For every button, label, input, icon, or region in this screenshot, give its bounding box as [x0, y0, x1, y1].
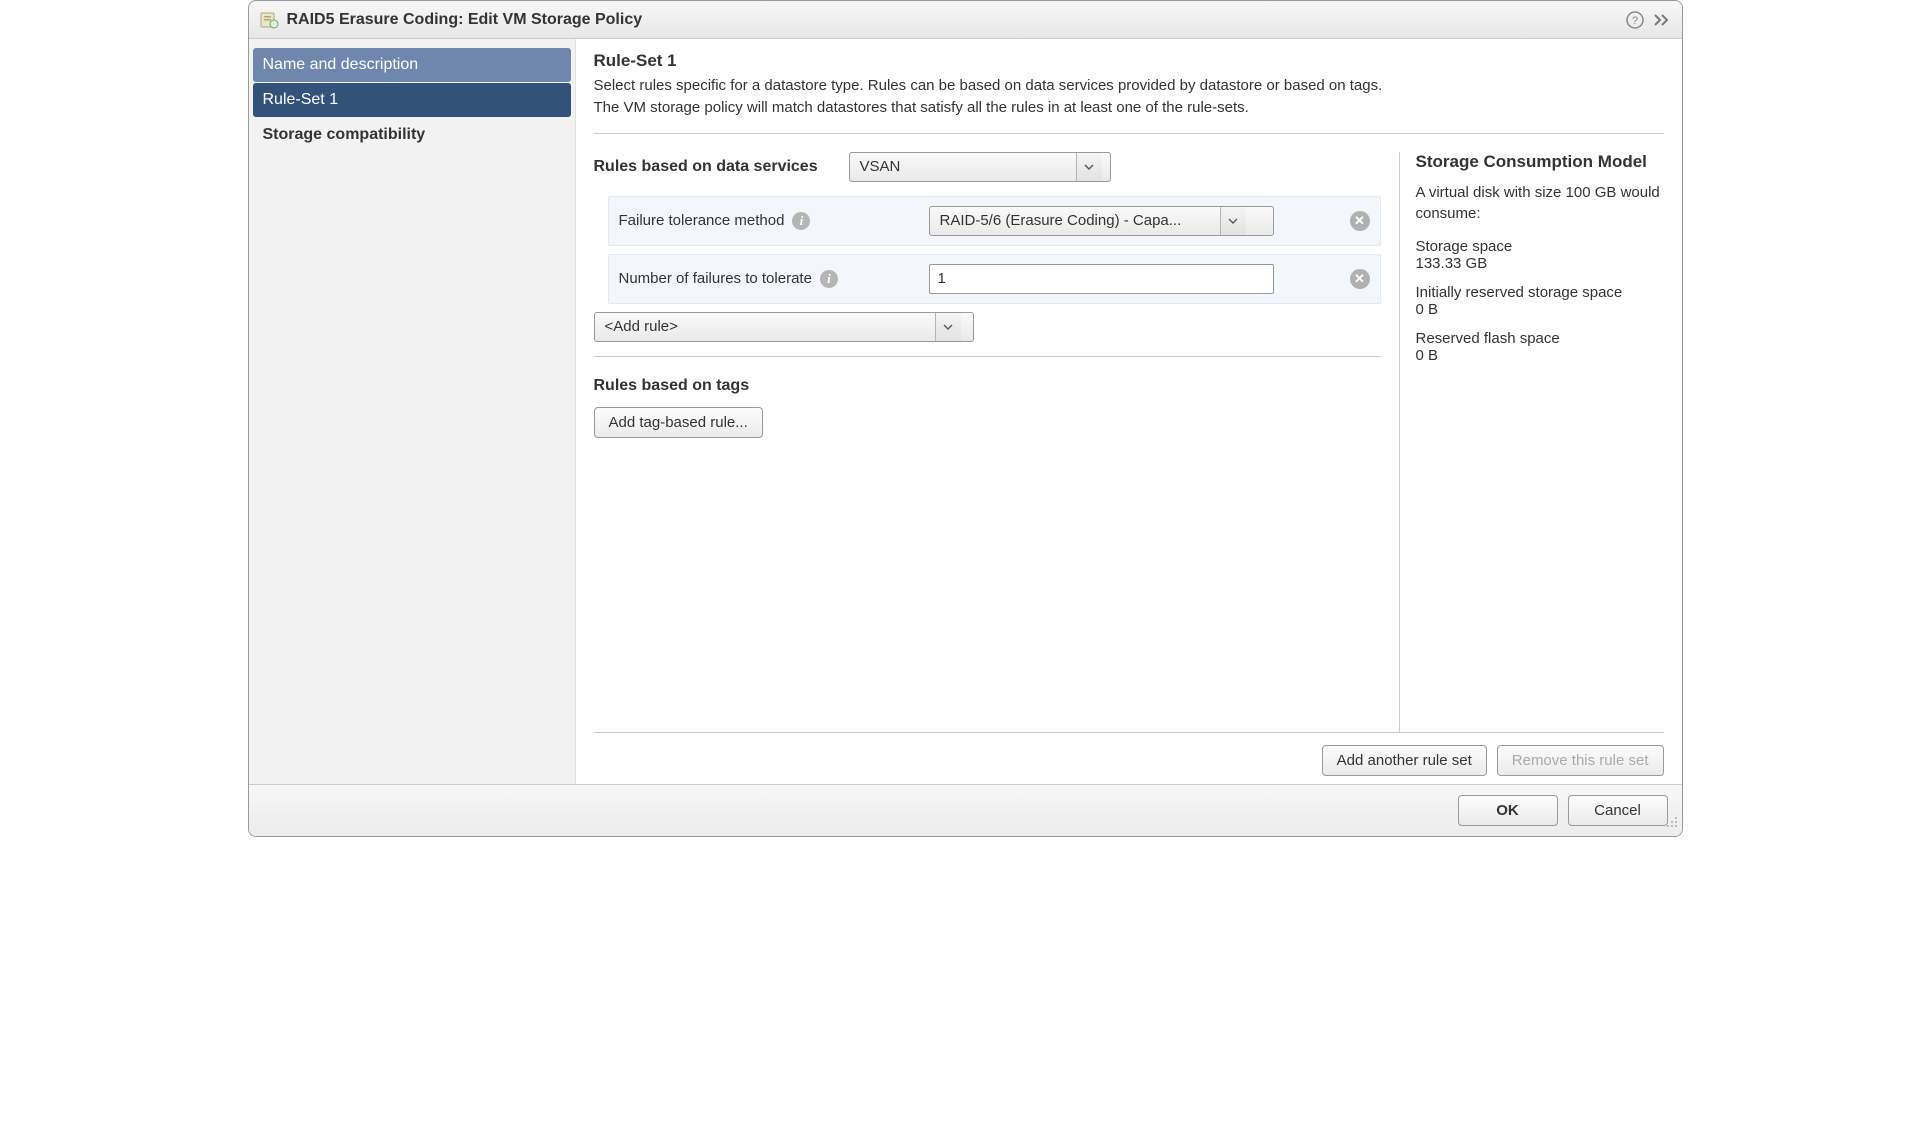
rule-label: Failure tolerance method i: [619, 212, 919, 230]
button-label: Add another rule set: [1337, 752, 1472, 769]
wizard-sidebar: Name and description Rule-Set 1 Storage …: [249, 39, 576, 784]
remove-ruleset-button[interactable]: Remove this rule set: [1497, 745, 1664, 776]
button-label: Cancel: [1594, 802, 1641, 819]
metric-value: 0 B: [1416, 301, 1664, 318]
button-label: Add tag-based rule...: [609, 414, 748, 431]
add-rule-select[interactable]: <Add rule>: [594, 312, 974, 342]
nav-label: Storage compatibility: [263, 126, 426, 143]
metric-label: Initially reserved storage space: [1416, 284, 1664, 301]
divider: [594, 356, 1381, 357]
nav-step-storage-compatibility[interactable]: Storage compatibility: [253, 118, 571, 152]
info-icon[interactable]: i: [792, 212, 810, 230]
metric-label: Reserved flash space: [1416, 330, 1664, 347]
help-icon[interactable]: ?: [1624, 9, 1646, 31]
metric-value: 0 B: [1416, 347, 1664, 364]
chevron-down-icon: [1220, 207, 1246, 235]
ok-button[interactable]: OK: [1458, 795, 1558, 826]
cancel-button[interactable]: Cancel: [1568, 795, 1668, 826]
titlebar: RAID5 Erasure Coding: Edit VM Storage Po…: [249, 1, 1682, 39]
rule-row-failure-tolerance-method: Failure tolerance method i RAID-5/6 (Era…: [608, 196, 1381, 246]
svg-text:?: ?: [1631, 15, 1637, 27]
add-ruleset-button[interactable]: Add another rule set: [1322, 745, 1487, 776]
remove-rule-icon[interactable]: ✕: [1350, 211, 1370, 231]
nav-label: Rule-Set 1: [263, 91, 339, 108]
rule-label: Number of failures to tolerate i: [619, 270, 919, 288]
page-description-line1: Select rules specific for a datastore ty…: [594, 75, 1664, 97]
divider: [594, 133, 1664, 134]
content-columns: Rules based on data services VSAN Failur…: [594, 152, 1664, 733]
add-tag-rule-button[interactable]: Add tag-based rule...: [594, 407, 763, 438]
add-rule-placeholder: <Add rule>: [595, 313, 935, 341]
consumption-description: A virtual disk with size 100 GB would co…: [1416, 182, 1664, 224]
chevron-down-icon: [1076, 153, 1102, 181]
nav-step-rule-set-1[interactable]: Rule-Set 1: [253, 83, 571, 117]
main-panel: Rule-Set 1 Select rules specific for a d…: [576, 39, 1682, 784]
metric-value: 133.33 GB: [1416, 255, 1664, 272]
info-icon[interactable]: i: [820, 270, 838, 288]
dialog-title: RAID5 Erasure Coding: Edit VM Storage Po…: [287, 11, 1620, 29]
data-services-row: Rules based on data services VSAN: [594, 152, 1381, 182]
page-title: Rule-Set 1: [594, 51, 1664, 71]
ruleset-actions: Add another rule set Remove this rule se…: [594, 732, 1664, 776]
tags-section-label: Rules based on tags: [594, 377, 1381, 395]
policy-icon: [259, 10, 279, 30]
dialog-window: RAID5 Erasure Coding: Edit VM Storage Po…: [248, 0, 1683, 837]
consumption-panel: Storage Consumption Model A virtual disk…: [1399, 152, 1664, 733]
button-label: OK: [1496, 802, 1519, 819]
data-services-label: Rules based on data services: [594, 158, 849, 176]
page-description-line2: The VM storage policy will match datasto…: [594, 97, 1664, 119]
main-content: Rule-Set 1 Select rules specific for a d…: [576, 39, 1682, 784]
metric-initially-reserved: Initially reserved storage space 0 B: [1416, 284, 1664, 318]
dialog-body: Name and description Rule-Set 1 Storage …: [249, 39, 1682, 784]
datastore-type-value: VSAN: [850, 153, 1076, 181]
rule-label-text: Number of failures to tolerate: [619, 270, 812, 287]
failure-tolerance-method-value: RAID-5/6 (Erasure Coding) - Capa...: [930, 207, 1220, 235]
failure-tolerance-method-select[interactable]: RAID-5/6 (Erasure Coding) - Capa...: [929, 206, 1274, 236]
resize-grip-icon[interactable]: [1666, 815, 1678, 832]
remove-rule-icon[interactable]: ✕: [1350, 269, 1370, 289]
button-label: Remove this rule set: [1512, 752, 1649, 769]
expand-icon[interactable]: [1650, 9, 1672, 31]
chevron-down-icon: [935, 313, 961, 341]
failures-to-tolerate-input[interactable]: [929, 264, 1274, 294]
dialog-footer: OK Cancel: [249, 784, 1682, 836]
nav-step-name-description[interactable]: Name and description: [253, 48, 571, 82]
datastore-type-select[interactable]: VSAN: [849, 152, 1111, 182]
consumption-heading: Storage Consumption Model: [1416, 152, 1664, 172]
rule-row-failures-to-tolerate: Number of failures to tolerate i ✕: [608, 254, 1381, 304]
rules-column: Rules based on data services VSAN Failur…: [594, 152, 1381, 733]
metric-reserved-flash: Reserved flash space 0 B: [1416, 330, 1664, 364]
metric-label: Storage space: [1416, 238, 1664, 255]
nav-label: Name and description: [263, 56, 419, 73]
metric-storage-space: Storage space 133.33 GB: [1416, 238, 1664, 272]
rule-label-text: Failure tolerance method: [619, 212, 785, 229]
